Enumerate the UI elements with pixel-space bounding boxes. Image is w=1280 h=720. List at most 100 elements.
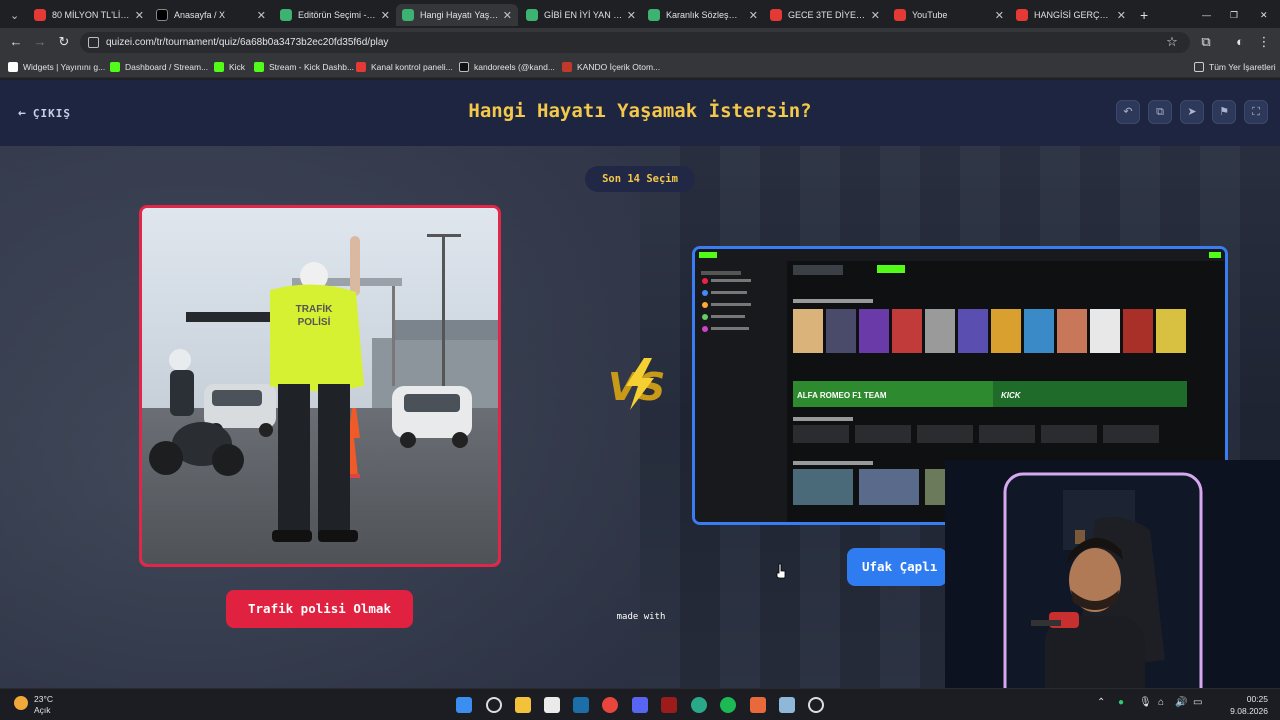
quizei-icon — [648, 9, 660, 21]
browser-window: ⌄ 80 MİLYON TL'LİK YA✕ Anasayfa / X✕ Edi… — [0, 0, 1280, 80]
close-icon[interactable]: ✕ — [503, 9, 512, 22]
store-icon[interactable] — [544, 697, 560, 713]
bookmark-0[interactable]: Widgets | Yayınını g... — [8, 60, 105, 74]
traffic-police-photo: TRAFİK POLİSİ — [142, 208, 498, 564]
kando-icon — [562, 62, 572, 72]
maximize-button[interactable]: ❐ — [1224, 4, 1244, 26]
undo-icon: ↶ — [1123, 106, 1133, 118]
clock-time: 00:25 — [1246, 694, 1268, 704]
round-indicator: Son 14 Seçim — [585, 166, 695, 192]
svg-text:POLİSİ: POLİSİ — [298, 315, 331, 328]
bookmark-6[interactable]: KANDO İçerik Otom... — [562, 60, 660, 74]
microphone-icon[interactable]: 🎙 — [1139, 697, 1152, 708]
left-choice-image[interactable]: TRAFİK POLİSİ — [139, 205, 501, 567]
quiz-header: ← ÇIKIŞ Hangi Hayatı Yaşamak İstersin? ↶ … — [0, 80, 1280, 146]
share-button[interactable]: ➤ — [1180, 100, 1204, 124]
minimize-button[interactable]: — — [1196, 4, 1216, 26]
close-icon[interactable]: ✕ — [749, 9, 758, 22]
app-icon-4[interactable] — [779, 697, 795, 713]
bookmark-5[interactable]: kandoreels (@kand... — [459, 60, 555, 74]
app-icon[interactable] — [661, 697, 677, 713]
streamer-camera-feed — [945, 460, 1280, 688]
spotify-icon[interactable] — [720, 697, 736, 713]
menu-icon[interactable]: ⋮ — [1256, 34, 1272, 50]
right-choice-button[interactable]: Ufak Çaplı — [847, 548, 947, 586]
fullscreen-button[interactable]: ⛶ — [1244, 100, 1268, 124]
address-text: quizei.com/tr/tournament/quiz/6a68b0a347… — [106, 37, 389, 48]
copy-icon: ⧉ — [1156, 106, 1164, 118]
system-clock[interactable]: 00:25 9.08.2026 — [1230, 693, 1268, 717]
youtube-icon — [1016, 9, 1028, 21]
file-explorer-icon[interactable] — [515, 697, 531, 713]
all-bookmarks[interactable]: Tüm Yer İşaretleri — [1194, 60, 1276, 74]
bookmark-2[interactable]: Kick — [214, 60, 245, 74]
bookmarks-bar: Widgets | Yayınını g... Dashboard / Stre… — [0, 56, 1280, 78]
close-icon[interactable]: ✕ — [257, 9, 266, 22]
tab-4[interactable]: GİBİ EN İYİ YAN KARA✕ — [520, 4, 642, 26]
address-bar[interactable]: quizei.com/tr/tournament/quiz/6a68b0a347… — [80, 32, 1190, 53]
app-icon-2[interactable] — [691, 697, 707, 713]
battery-icon[interactable]: ▭ — [1193, 697, 1202, 708]
chrome-icon[interactable] — [602, 697, 618, 713]
kick-icon — [110, 62, 120, 72]
new-tab-button[interactable]: + — [1134, 4, 1154, 26]
back-button[interactable]: ← — [8, 34, 24, 50]
tab-search-button[interactable]: ⌄ — [4, 4, 26, 26]
tray-chevron-icon[interactable]: ⌃ — [1097, 697, 1105, 708]
tiktok-icon — [459, 62, 469, 72]
undo-button[interactable]: ↶ — [1116, 100, 1140, 124]
quizei-icon — [526, 9, 538, 21]
search-icon[interactable] — [486, 697, 502, 713]
quiz-app: ← ÇIKIŞ Hangi Hayatı Yaşamak İstersin? ↶ … — [0, 80, 1280, 688]
bookmark-1[interactable]: Dashboard / Stream... — [110, 60, 208, 74]
close-icon[interactable]: ✕ — [871, 9, 880, 22]
close-icon[interactable]: ✕ — [381, 9, 390, 22]
close-window-button[interactable]: ✕ — [1254, 4, 1274, 26]
flag-icon: ⚑ — [1219, 106, 1229, 118]
tab-7[interactable]: YouTube ✕ — [888, 4, 1010, 26]
send-icon: ➤ — [1187, 106, 1197, 118]
app-icon-5[interactable] — [808, 697, 824, 713]
close-icon[interactable]: ✕ — [995, 9, 1004, 22]
webcam-overlay — [945, 460, 1280, 688]
svg-text:KICK: KICK — [1001, 391, 1022, 400]
weather-condition: Açık — [34, 705, 51, 715]
tray-status-icon[interactable]: ● — [1118, 697, 1124, 708]
left-choice-button[interactable]: Trafik polisi Olmak — [226, 590, 413, 628]
tab-6[interactable]: GECE 3TE DİYETİ BOZ✕ — [764, 4, 886, 26]
clock-date: 9.08.2026 — [1230, 706, 1268, 716]
tab-1[interactable]: Anasayfa / X ✕ — [150, 4, 272, 26]
youtube-icon — [894, 9, 906, 21]
bookmark-star-icon[interactable]: ☆ — [1164, 34, 1180, 50]
kick-icon — [214, 62, 224, 72]
tab-3-active[interactable]: Hangi Hayatı Yaşamak✕ — [396, 4, 518, 26]
reload-button[interactable]: ↻ — [56, 34, 72, 50]
extensions-icon[interactable]: ⧉ — [1198, 34, 1214, 50]
steam-icon[interactable] — [573, 697, 589, 713]
report-button[interactable]: ⚑ — [1212, 100, 1236, 124]
close-icon[interactable]: ✕ — [1117, 9, 1126, 22]
tab-0[interactable]: 80 MİLYON TL'LİK YA✕ — [28, 4, 150, 26]
tab-5[interactable]: Karanlık Sözleşme: Sa✕ — [642, 4, 764, 26]
network-icon[interactable]: ⌂ — [1158, 697, 1164, 708]
site-info-icon[interactable] — [88, 37, 99, 48]
quizei-icon — [280, 9, 292, 21]
close-icon[interactable]: ✕ — [627, 9, 636, 22]
bookmark-3[interactable]: Stream - Kick Dashb... — [254, 60, 354, 74]
profile-icon[interactable]: ◐ — [1232, 34, 1248, 50]
app-icon-3[interactable] — [750, 697, 766, 713]
discord-icon[interactable] — [632, 697, 648, 713]
close-icon[interactable]: ✕ — [135, 9, 144, 22]
tab-2[interactable]: Editörün Seçimi - Turı ✕ — [274, 4, 396, 26]
tab-8[interactable]: HANGİSİ GERÇEK ŞAH✕ — [1010, 4, 1132, 26]
tab-strip: ⌄ 80 MİLYON TL'LİK YA✕ Anasayfa / X✕ Edi… — [0, 0, 1280, 28]
volume-icon[interactable]: 🔊 — [1175, 697, 1187, 708]
svg-text:ALFA ROMEO F1 TEAM: ALFA ROMEO F1 TEAM — [797, 391, 887, 400]
copy-button[interactable]: ⧉ — [1148, 100, 1172, 124]
x-icon — [156, 9, 168, 21]
bookmark-4[interactable]: Kanal kontrol paneli... — [356, 60, 453, 74]
forward-button[interactable]: → — [32, 34, 48, 50]
quiz-title: Hangi Hayatı Yaşamak İstersin? — [468, 100, 812, 122]
youtube-icon — [770, 9, 782, 21]
start-icon[interactable] — [456, 697, 472, 713]
